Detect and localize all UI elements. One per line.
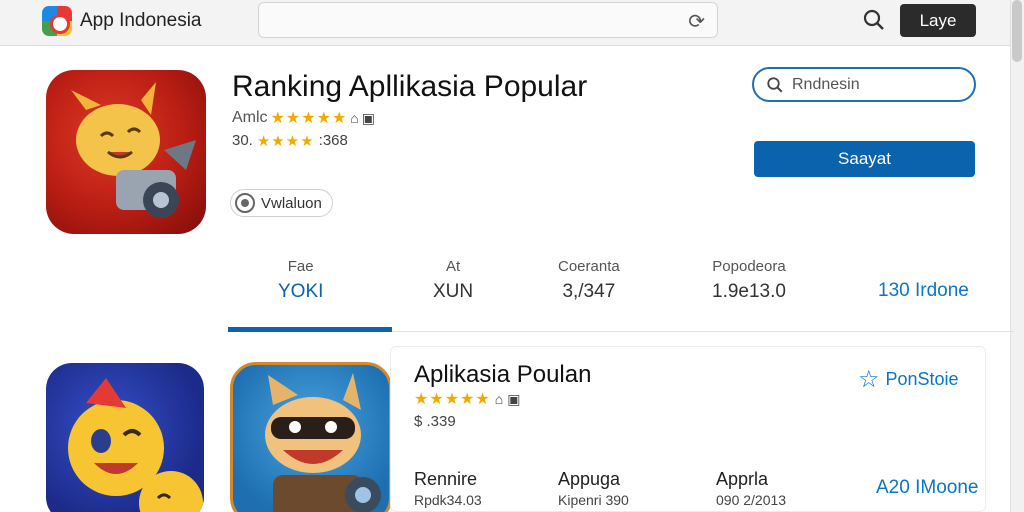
emoji-face-icon [68, 378, 203, 512]
card-price: $ .339 [414, 413, 456, 430]
reload-icon[interactable]: ⟳ [688, 9, 705, 34]
chip-icon [235, 193, 255, 213]
share-icon[interactable]: ⌂ [495, 391, 503, 407]
share-icon[interactable]: ⌂ [350, 110, 358, 126]
raccoon-mascot-icon [265, 373, 381, 512]
sub-suffix: :368 [318, 132, 348, 149]
cat-mascot-icon [71, 82, 196, 218]
search-icon [767, 76, 783, 92]
rating-prefix: Amlc [232, 109, 268, 126]
raccoon-app-icon[interactable] [230, 362, 392, 512]
stat-label: Coeranta [558, 258, 620, 275]
menu-icon[interactable]: ▣ [362, 110, 375, 127]
hero-app-icon[interactable] [46, 70, 206, 234]
card-link[interactable]: A20 IMoone [876, 477, 978, 499]
detail-label: Rennire [414, 469, 478, 489]
app-title: App Indonesia [80, 10, 202, 31]
rating-stars: ★★★★★ [270, 110, 348, 127]
tab-stat-3[interactable]: Coeranta 3,/347 [558, 258, 620, 303]
sub-prefix: 30. [232, 132, 253, 149]
scroll-thumb[interactable] [1012, 0, 1022, 62]
top-bar: App Indonesia ⟳ Laye [0, 0, 1024, 46]
detail-value: Rpdk34.03 [414, 492, 482, 508]
detail-item: Appuga Kipenri 390 [558, 469, 629, 508]
detail-label: Appuga [558, 469, 621, 489]
search-placeholder: Rndnesin [792, 75, 860, 93]
header-action-button[interactable]: Laye [900, 4, 976, 37]
card-stars: ★★★★★ [414, 391, 491, 408]
stat-value: 1.9e13.0 [712, 281, 786, 302]
stat-value: YOKI [278, 281, 324, 302]
menu-icon[interactable]: ▣ [507, 391, 520, 408]
tab-stat-2[interactable]: At XUN [433, 258, 473, 303]
stat-label: At [445, 258, 461, 275]
card-title: Aplikasia Poulan [414, 361, 592, 388]
favorite-label: PonStoie [885, 369, 959, 389]
detail-value: 090 2/2013 [716, 492, 787, 508]
emoji-app-icon[interactable] [46, 363, 204, 512]
detail-value: Kipenri 390 [558, 492, 629, 508]
search-icon[interactable] [862, 8, 886, 32]
hero-subrating: 30. ★★★★ :368 [232, 132, 348, 150]
detail-item: Apprla 090 2/2013 [716, 469, 786, 508]
address-bar[interactable]: ⟳ [258, 2, 718, 38]
active-tab-indicator [228, 327, 392, 332]
hero-rating: Amlc ★★★★★ ⌂ ▣ [232, 108, 375, 128]
detail-label: Apprla [716, 469, 769, 489]
stat-value: 3,/347 [562, 281, 616, 302]
detail-item: Rennire Rpdk34.03 [414, 469, 482, 508]
stat-label: Fae [287, 258, 314, 275]
hero-chip[interactable]: Vwlaluon [230, 189, 333, 217]
tab-stat-1[interactable]: Fae YOKI [278, 258, 323, 303]
stat-label: Popodeora [712, 258, 786, 275]
stat-value: XUN [433, 281, 474, 302]
app-logo-icon[interactable] [42, 6, 72, 36]
page-title: Ranking Apllikasia Popular [232, 70, 588, 103]
chip-label: Vwlaluon [261, 194, 322, 212]
search-input[interactable]: Rndnesin [752, 67, 976, 102]
primary-button[interactable]: Saayat [754, 141, 975, 177]
scrollbar[interactable] [1010, 0, 1024, 512]
stats-link[interactable]: 130 Irdone [878, 280, 969, 302]
favorite-button[interactable]: ☆ PonStoie [858, 365, 959, 394]
card-rating: ★★★★★ ⌂ ▣ [414, 389, 520, 409]
star-outline-icon: ☆ [858, 366, 880, 393]
sub-stars: ★★★★ [256, 133, 315, 150]
stats-tabs: Fae YOKI At XUN Coeranta 3,/347 Popodeor… [228, 258, 1014, 332]
tab-stat-4[interactable]: Popodeora 1.9e13.0 [712, 258, 786, 303]
